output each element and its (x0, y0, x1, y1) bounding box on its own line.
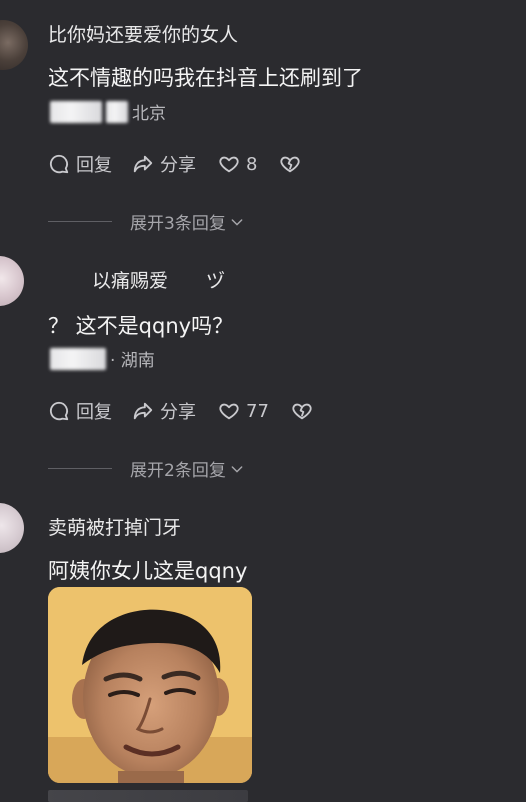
comment-meta: 北京 (48, 99, 166, 124)
comment-text: ？ 这不是qqny吗？ (48, 314, 234, 338)
share-button[interactable]: 分享 (132, 151, 196, 177)
share-arrow-icon (133, 155, 153, 173)
broken-heart-icon (280, 156, 301, 173)
reply-label: 回复 (76, 155, 112, 176)
comment-username[interactable]: 比你妈还要爱你的女人 (48, 20, 238, 47)
next-comment-actions-peek (48, 790, 248, 802)
expand-replies-button[interactable]: 展开3条回复 (48, 209, 245, 234)
divider-line (48, 468, 112, 469)
comment-meta: · 湖南 (48, 346, 155, 371)
like-count: 77 (246, 400, 269, 422)
comment-actions: 回复 分享 77 (48, 398, 319, 424)
like-button[interactable]: 8 (218, 153, 257, 175)
comment-username[interactable]: 卖萌被打掉门牙 (48, 513, 181, 540)
blurred-time (50, 100, 102, 123)
chevron-down-icon (231, 465, 243, 472)
dislike-button[interactable] (279, 153, 307, 175)
comment-bubble-icon (49, 401, 69, 421)
expand-replies-label: 展开2条回复 (130, 461, 226, 481)
comment-username[interactable]: 以痛赐爱 ヅ (92, 266, 225, 293)
avatar[interactable] (0, 256, 24, 306)
comment-image-meme[interactable] (48, 587, 252, 783)
comment-bubble-icon (49, 154, 69, 174)
blurred-time (50, 347, 106, 370)
comment-actions: 回复 分享 8 (48, 151, 307, 177)
reply-label: 回复 (76, 402, 112, 423)
comment-location: · 湖南 (110, 351, 155, 371)
divider-line (48, 221, 112, 222)
comment-text: 阿姨你女儿这是qqny (48, 559, 248, 583)
avatar[interactable] (0, 20, 28, 70)
like-count: 8 (246, 153, 258, 175)
broken-heart-icon (292, 403, 312, 420)
avatar[interactable] (0, 503, 24, 553)
share-label: 分享 (160, 155, 196, 176)
comment-text: 这不情趣的吗我在抖音上还刷到了 (48, 66, 363, 90)
like-button[interactable]: 77 (218, 400, 269, 422)
share-arrow-icon (133, 402, 153, 420)
expand-replies-button[interactable]: 展开2条回复 (48, 456, 245, 481)
share-label: 分享 (160, 402, 196, 423)
reply-button[interactable]: 回复 (48, 151, 112, 177)
heart-icon (219, 156, 239, 173)
heart-icon (219, 403, 239, 420)
face-photo (48, 587, 252, 783)
expand-replies-label: 展开3条回复 (130, 214, 226, 234)
comment-location: 北京 (132, 104, 166, 124)
reply-button[interactable]: 回复 (48, 398, 112, 424)
dislike-button[interactable] (291, 400, 319, 422)
blurred-separator (106, 100, 128, 123)
chevron-down-icon (231, 218, 243, 225)
share-button[interactable]: 分享 (132, 398, 196, 424)
